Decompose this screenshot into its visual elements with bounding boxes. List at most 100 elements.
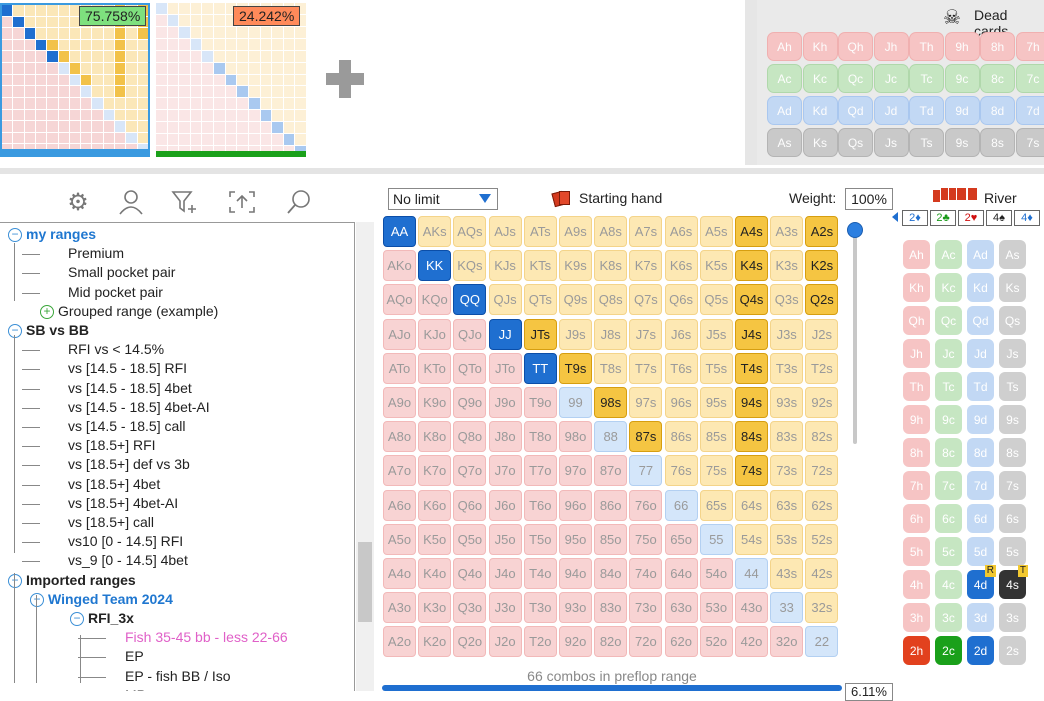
add-range-icon[interactable] <box>326 60 364 98</box>
hand-cell[interactable]: K3o <box>418 592 451 623</box>
hand-cell[interactable]: 94s <box>735 387 768 418</box>
river-card[interactable]: As <box>999 240 1026 269</box>
hand-cell[interactable]: Q6s <box>665 284 698 315</box>
hand-cell[interactable]: A6s <box>665 216 698 247</box>
hand-cell[interactable]: 72o <box>629 626 662 657</box>
river-card[interactable]: Ah <box>903 240 930 269</box>
hand-cell[interactable]: 73o <box>629 592 662 623</box>
tree-item[interactable]: vs_9 [0 - 14.5] 4bet <box>68 551 188 570</box>
hand-cell[interactable]: 95s <box>700 387 733 418</box>
hand-cell[interactable]: KJo <box>418 319 451 350</box>
hand-cell[interactable]: 43s <box>770 558 803 589</box>
range-thumbnail-1[interactable] <box>0 3 150 157</box>
tree-item[interactable]: vs [18.5+] call <box>68 513 154 532</box>
game-type-select[interactable]: No limit <box>388 188 498 210</box>
river-card[interactable]: 2h <box>903 636 930 665</box>
dead-card[interactable]: 9s <box>945 128 980 157</box>
hand-cell[interactable]: QJs <box>489 284 522 315</box>
hand-cell[interactable]: T7s <box>629 353 662 384</box>
hand-cell[interactable]: K5o <box>418 524 451 555</box>
collapse-icon[interactable]: − <box>70 612 84 626</box>
hand-cell[interactable]: A7o <box>383 455 416 486</box>
hand-cell[interactable]: K7o <box>418 455 451 486</box>
tree-item[interactable]: RFI vs < 14.5% <box>68 340 164 359</box>
hand-cell[interactable]: 53o <box>700 592 733 623</box>
hand-cell[interactable]: Q4o <box>453 558 486 589</box>
hand-cell[interactable]: 62s <box>805 490 838 521</box>
gear-icon[interactable]: ⚙ <box>62 186 94 218</box>
hand-cell[interactable]: 54o <box>700 558 733 589</box>
dead-card[interactable]: Jh <box>874 32 909 61</box>
hand-cell[interactable]: A5s <box>700 216 733 247</box>
river-card[interactable]: Ts <box>999 372 1026 401</box>
river-card[interactable]: Qc <box>935 306 962 335</box>
hand-cell[interactable]: 64o <box>665 558 698 589</box>
river-card[interactable]: Th <box>903 372 930 401</box>
hand-cell[interactable]: K6o <box>418 490 451 521</box>
hand-cell[interactable]: AKs <box>418 216 451 247</box>
hand-cell[interactable]: AQs <box>453 216 486 247</box>
hand-cell[interactable]: A6o <box>383 490 416 521</box>
hand-cell[interactable]: TT <box>524 353 557 384</box>
board-card[interactable]: 2♣ <box>930 210 956 226</box>
hand-cell[interactable]: K2s <box>805 250 838 281</box>
range-percent-slider[interactable] <box>382 685 842 691</box>
hand-cell[interactable]: 64s <box>735 490 768 521</box>
hand-cell[interactable]: A2o <box>383 626 416 657</box>
river-card[interactable]: 5d <box>967 537 994 566</box>
dead-card[interactable]: 8d <box>980 96 1015 125</box>
hand-cell[interactable]: J4s <box>735 319 768 350</box>
hand-cell[interactable]: T3s <box>770 353 803 384</box>
hand-cell[interactable]: Q2s <box>805 284 838 315</box>
hand-cell[interactable]: 88 <box>594 421 627 452</box>
hand-cell[interactable]: 83o <box>594 592 627 623</box>
hand-cell[interactable]: 84s <box>735 421 768 452</box>
river-card[interactable]: 4sT <box>999 570 1026 599</box>
hand-cell[interactable]: 73s <box>770 455 803 486</box>
hand-cell[interactable]: T6s <box>665 353 698 384</box>
hand-cell[interactable]: 82o <box>594 626 627 657</box>
hand-cell[interactable]: Q9s <box>559 284 592 315</box>
hand-cell[interactable]: 44 <box>735 558 768 589</box>
hand-cell[interactable]: J6s <box>665 319 698 350</box>
hand-cell[interactable]: 82s <box>805 421 838 452</box>
river-card[interactable]: 4dR <box>967 570 994 599</box>
hand-cell[interactable]: Q8o <box>453 421 486 452</box>
hand-cell[interactable]: 94o <box>559 558 592 589</box>
hand-cell[interactable]: KTs <box>524 250 557 281</box>
hand-cell[interactable]: T4s <box>735 353 768 384</box>
river-card[interactable]: Ac <box>935 240 962 269</box>
collapse-icon[interactable]: − <box>8 574 22 588</box>
hand-cell[interactable]: Q7o <box>453 455 486 486</box>
tree-item[interactable]: RFI_3x <box>88 609 134 628</box>
river-card[interactable]: 5h <box>903 537 930 566</box>
hand-cell[interactable]: T8o <box>524 421 557 452</box>
filter-icon[interactable] <box>168 186 200 218</box>
hand-cell[interactable]: Q4s <box>735 284 768 315</box>
hand-cell[interactable]: J7s <box>629 319 662 350</box>
hand-cell[interactable]: T6o <box>524 490 557 521</box>
hand-cell[interactable]: A5o <box>383 524 416 555</box>
tree-item[interactable]: my ranges <box>26 225 96 244</box>
scroll-left-icon[interactable] <box>892 212 898 222</box>
hand-cell[interactable]: 75o <box>629 524 662 555</box>
hand-cell[interactable]: J3s <box>770 319 803 350</box>
tree-scrollbar[interactable] <box>356 222 374 691</box>
hand-cell[interactable]: 96o <box>559 490 592 521</box>
hand-cell[interactable]: 74s <box>735 455 768 486</box>
river-card[interactable]: 2s <box>999 636 1026 665</box>
tree-item[interactable]: vs [14.5 - 18.5] RFI <box>68 359 187 378</box>
hand-cell[interactable]: 75s <box>700 455 733 486</box>
hand-cell[interactable]: 32o <box>770 626 803 657</box>
hand-cell[interactable]: 98s <box>594 387 627 418</box>
dead-card[interactable]: Qc <box>838 64 873 93</box>
hand-cell[interactable]: A4s <box>735 216 768 247</box>
hand-cell[interactable]: T9o <box>524 387 557 418</box>
tree-item[interactable]: Winged Team 2024 <box>48 590 173 609</box>
dead-card[interactable]: Kh <box>803 32 838 61</box>
hand-cell[interactable]: K3s <box>770 250 803 281</box>
weight-slider[interactable] <box>849 222 861 444</box>
hand-cell[interactable]: 52o <box>700 626 733 657</box>
hand-cell[interactable]: Q5s <box>700 284 733 315</box>
river-card[interactable]: Jc <box>935 339 962 368</box>
